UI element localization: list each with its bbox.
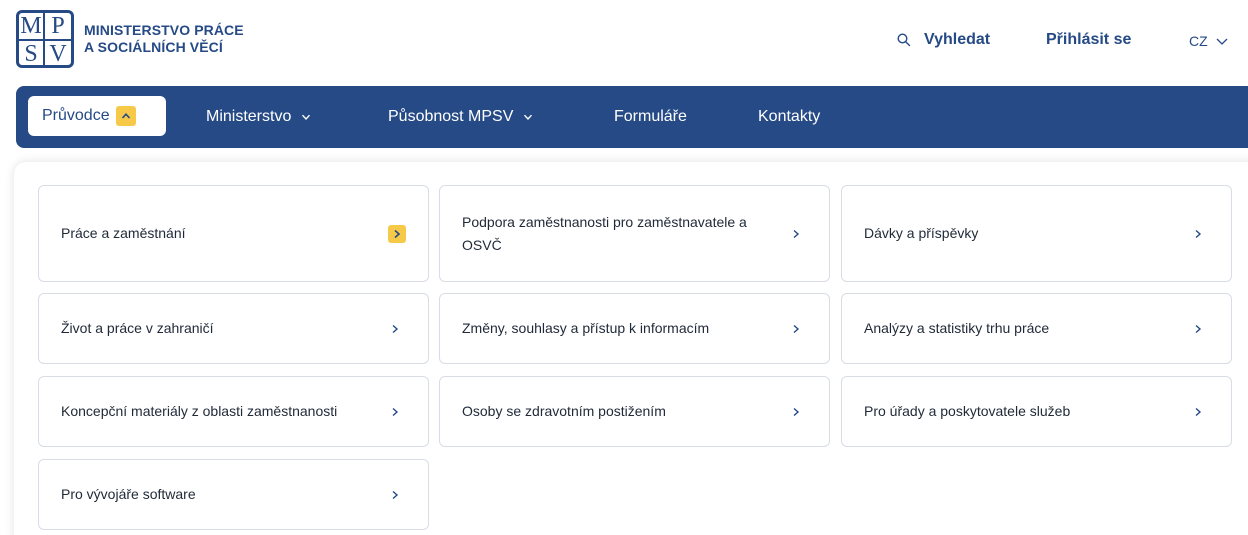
card-koncepcni-materialy[interactable]: Koncepční materiály z oblasti zaměstnano… bbox=[38, 376, 429, 447]
chevron-right-icon bbox=[1189, 225, 1207, 243]
card-label: Osoby se zdravotním postižením bbox=[462, 403, 666, 419]
logo-letter: P bbox=[45, 13, 71, 41]
mpsv-logo[interactable]: M P S V bbox=[16, 10, 74, 68]
card-pro-urady-a-poskytovatele[interactable]: Pro úřady a poskytovatele služeb bbox=[841, 376, 1232, 447]
card-label: Podpora zaměstnanosti pro zaměstnavatele… bbox=[462, 213, 747, 253]
card-pro-vyvojare-software[interactable]: Pro vývojáře software bbox=[38, 459, 429, 530]
search-label: Vyhledat bbox=[924, 31, 991, 48]
card-label: Pro úřady a poskytovatele služeb bbox=[864, 403, 1071, 419]
card-label: Dávky a příspěvky bbox=[864, 225, 979, 241]
chevron-right-icon bbox=[787, 225, 805, 243]
chevron-up-icon bbox=[115, 106, 136, 126]
chevron-right-icon bbox=[787, 403, 805, 421]
card-analyzy-a-statistiky[interactable]: Analýzy a statistiky trhu práce bbox=[841, 293, 1232, 364]
nav-item-label: Průvodce bbox=[42, 107, 110, 124]
logo-letter: S bbox=[19, 41, 45, 65]
search-button[interactable]: Vyhledat bbox=[896, 31, 990, 49]
guide-dropdown-panel: Práce a zaměstnání Podpora zaměstnanosti… bbox=[14, 162, 1248, 535]
chevron-right-icon bbox=[787, 320, 805, 338]
nav-item-formulare[interactable]: Formuláře bbox=[614, 86, 687, 148]
card-zmeny-souhlasy[interactable]: Změny, souhlasy a přístup k informacím bbox=[439, 293, 830, 364]
nav-item-label: Kontakty bbox=[758, 108, 821, 125]
nav-item-pusobnost[interactable]: Působnost MPSV bbox=[388, 86, 533, 148]
language-label: CZ bbox=[1189, 33, 1208, 49]
card-label: Analýzy a statistiky trhu práce bbox=[864, 320, 1050, 336]
brand-line: MINISTERSTVO PRÁCE bbox=[84, 22, 244, 38]
chevron-right-icon bbox=[1189, 320, 1207, 338]
card-prace-a-zamestnani[interactable]: Práce a zaměstnání bbox=[38, 185, 429, 282]
card-label: Život a práce v zahraničí bbox=[61, 320, 214, 336]
chevron-down-icon bbox=[302, 114, 311, 121]
card-zivot-a-prace-v-zahranici[interactable]: Život a práce v zahraničí bbox=[38, 293, 429, 364]
card-podpora-zamestnanosti[interactable]: Podpora zaměstnanosti pro zaměstnavatele… bbox=[439, 185, 830, 282]
card-label: Změny, souhlasy a přístup k informacím bbox=[462, 320, 710, 336]
chevron-right-icon bbox=[388, 224, 406, 243]
card-label: Práce a zaměstnání bbox=[61, 225, 186, 241]
chevron-right-icon bbox=[1189, 403, 1207, 421]
brand-name[interactable]: MINISTERSTVO PRÁCE A SOCIÁLNÍCH VĚCÍ bbox=[84, 22, 244, 56]
main-navigation: Průvodce Ministerstvo Působnost MPSV For… bbox=[16, 86, 1248, 148]
card-davky-a-prispevky[interactable]: Dávky a příspěvky bbox=[841, 185, 1232, 282]
card-label: Koncepční materiály z oblasti zaměstnano… bbox=[61, 403, 338, 419]
chevron-right-icon bbox=[386, 320, 404, 338]
nav-item-label: Působnost MPSV bbox=[388, 108, 514, 125]
brand-line: A SOCIÁLNÍCH VĚCÍ bbox=[84, 39, 223, 55]
search-icon bbox=[897, 33, 911, 47]
nav-item-ministerstvo[interactable]: Ministerstvo bbox=[206, 86, 311, 148]
logo-letter: V bbox=[49, 41, 67, 67]
site-header: M P S V MINISTERSTVO PRÁCE A SOCIÁLNÍCH … bbox=[0, 0, 1248, 82]
nav-item-pruvodce[interactable]: Průvodce bbox=[28, 96, 166, 136]
card-label: Pro vývojáře software bbox=[61, 486, 196, 502]
logo-letter: M bbox=[19, 13, 45, 41]
card-osoby-se-zdravotnim-postizenim[interactable]: Osoby se zdravotním postižením bbox=[439, 376, 830, 447]
nav-item-label: Formuláře bbox=[614, 108, 687, 125]
nav-item-kontakty[interactable]: Kontakty bbox=[758, 86, 820, 148]
language-selector[interactable]: CZ bbox=[1189, 33, 1228, 49]
chevron-down-icon bbox=[1216, 38, 1228, 45]
chevron-down-icon bbox=[524, 114, 533, 121]
nav-item-label: Ministerstvo bbox=[206, 108, 292, 125]
chevron-right-icon bbox=[386, 486, 404, 504]
login-link[interactable]: Přihlásit se bbox=[1046, 31, 1131, 49]
chevron-right-icon bbox=[386, 403, 404, 421]
